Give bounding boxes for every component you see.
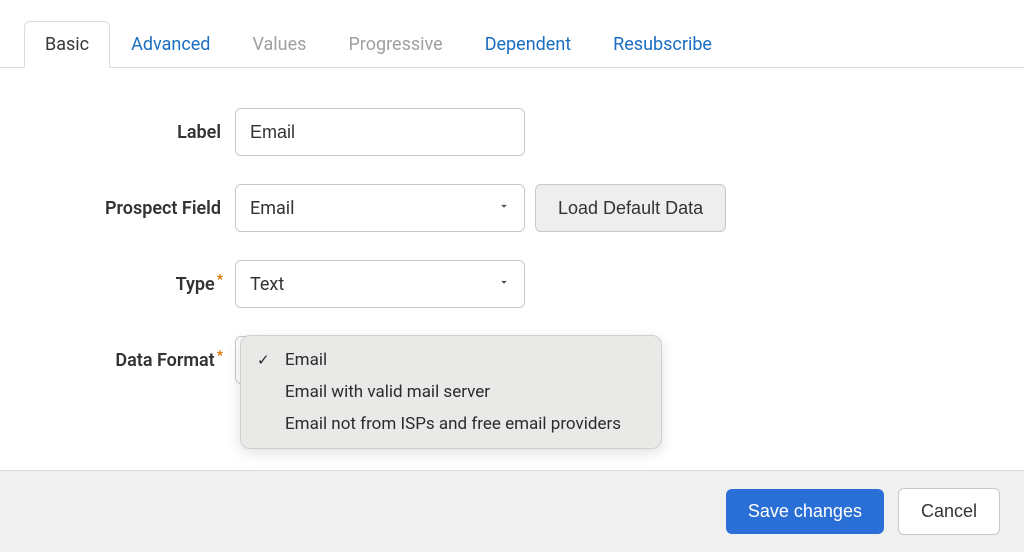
tab-dependent[interactable]: Dependent	[464, 21, 592, 68]
select-prospect-field-value: Email	[235, 184, 525, 232]
row-type: Type Text	[60, 260, 964, 308]
tab-progressive[interactable]: Progressive	[327, 21, 463, 68]
select-type[interactable]: Text	[235, 260, 525, 308]
button-load-default-data[interactable]: Load Default Data	[535, 184, 726, 232]
dropdown-option-label: Email not from ISPs and free email provi…	[285, 414, 621, 434]
dropdown-option-email-not-isp[interactable]: Email not from ISPs and free email provi…	[241, 408, 661, 440]
row-label: Label	[60, 108, 964, 156]
dropdown-option-label: Email	[285, 350, 327, 370]
tab-resubscribe[interactable]: Resubscribe	[592, 21, 733, 68]
tab-advanced[interactable]: Advanced	[110, 21, 231, 68]
select-type-value: Text	[235, 260, 525, 308]
check-icon: ✓	[257, 351, 270, 369]
cancel-button[interactable]: Cancel	[898, 488, 1000, 535]
tab-values[interactable]: Values	[231, 21, 327, 68]
label-type: Type	[60, 274, 235, 295]
data-format-dropdown: ✓ Email Email with valid mail server Ema…	[240, 335, 662, 449]
footer: Save changes Cancel	[0, 470, 1024, 552]
label-prospect-field: Prospect Field	[60, 198, 235, 219]
dropdown-option-label: Email with valid mail server	[285, 382, 490, 402]
tabs-bar: Basic Advanced Values Progressive Depend…	[0, 0, 1024, 68]
row-prospect-field: Prospect Field Email Load Default Data	[60, 184, 964, 232]
tab-basic[interactable]: Basic	[24, 21, 110, 68]
input-label[interactable]	[235, 108, 525, 156]
label-label: Label	[60, 122, 235, 143]
select-prospect-field[interactable]: Email	[235, 184, 525, 232]
label-data-format: Data Format	[60, 350, 235, 371]
save-button[interactable]: Save changes	[726, 489, 884, 534]
dropdown-option-email-valid-server[interactable]: Email with valid mail server	[241, 376, 661, 408]
dropdown-option-email[interactable]: ✓ Email	[241, 344, 661, 376]
